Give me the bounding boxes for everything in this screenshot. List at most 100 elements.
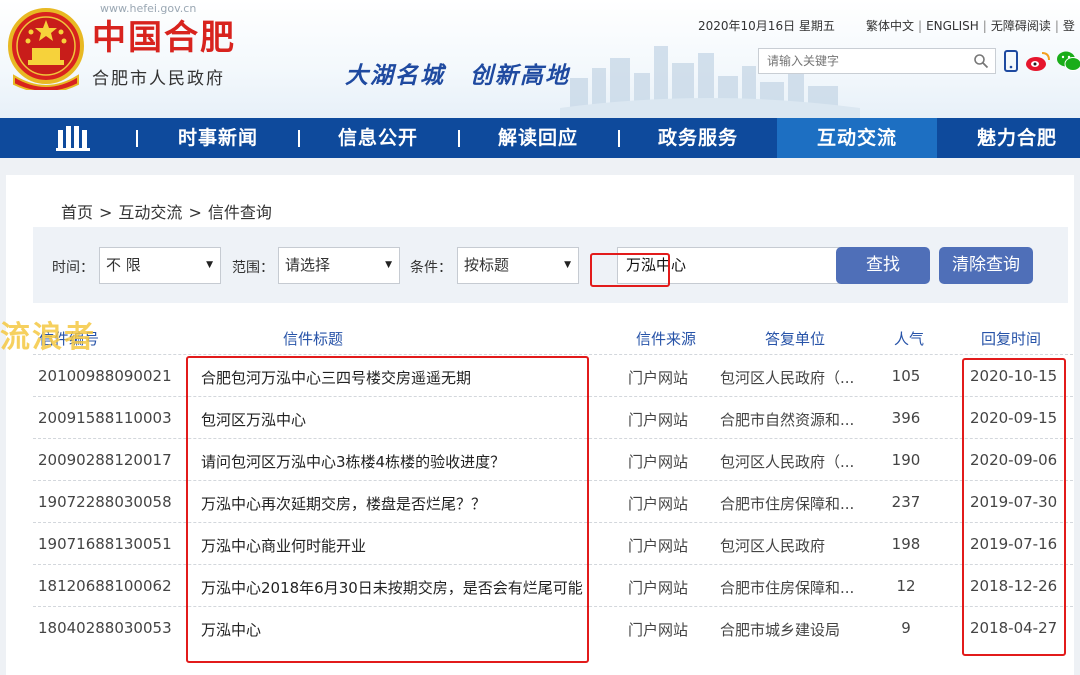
cell-source: 门户网站 — [628, 411, 689, 429]
breadcrumb-interaction[interactable]: 互动交流 — [118, 203, 182, 222]
nav-item-news[interactable]: 时事新闻 — [140, 118, 296, 158]
cell-letter-id: 19072288030058 — [38, 493, 172, 511]
cell-source: 门户网站 — [628, 495, 689, 513]
col-header-reply-time: 回复时间 — [981, 330, 1042, 348]
cell-letter-id: 19071688130051 — [38, 535, 172, 553]
table-row[interactable]: 19072288030058 万泓中心再次延期交房，楼盘是否烂尾？？ 门户网站 合肥市… — [33, 480, 1073, 522]
cell-reply-date: 2020-09-15 — [970, 409, 1058, 427]
table-row[interactable]: 18040288030053 万泓中心 门户网站 合肥市城乡建设局 9 2018-04-2… — [33, 606, 1073, 648]
cell-views: 12 — [896, 577, 916, 595]
cell-views: 198 — [891, 535, 921, 553]
chevron-down-icon: ▼ — [206, 260, 213, 270]
divider: | — [918, 19, 923, 33]
cell-letter-title[interactable]: 万泓中心2018年6月30日未按期交房，是否会有烂尾可能 — [201, 577, 583, 598]
cell-letter-title[interactable]: 万泓中心 — [201, 619, 261, 640]
link-traditional-chinese[interactable]: 繁体中文 — [866, 19, 914, 33]
link-login[interactable]: 登 — [1063, 19, 1075, 33]
search-button[interactable]: 查找 — [836, 247, 930, 284]
scope-label: 范围： — [232, 260, 274, 276]
cell-source: 门户网站 — [628, 579, 689, 597]
col-header-views: 人气 — [894, 330, 925, 348]
cell-views: 396 — [891, 409, 921, 427]
table-header: 信件编号 信件标题 信件来源 答复单位 人气 回复时间 — [33, 320, 1073, 354]
keyword-input[interactable]: 万泓中心 — [617, 247, 850, 284]
cell-views: 105 — [891, 367, 921, 385]
breadcrumb-separator: > — [188, 203, 202, 222]
nav-item-interpretation[interactable]: 解读回应 — [460, 118, 616, 158]
site-search — [758, 48, 996, 74]
weibo-icon[interactable] — [1025, 50, 1051, 72]
nav-divider — [136, 130, 138, 147]
cell-reply-unit: 合肥市自然资源和... — [720, 411, 855, 429]
cell-letter-title[interactable]: 合肥包河万泓中心三四号楼交房遥遥无期 — [201, 367, 471, 388]
breadcrumb-separator: > — [99, 203, 113, 222]
table-row[interactable]: 20100988090021 合肥包河万泓中心三四号楼交房遥遥无期 门户网站 包河区人… — [33, 354, 1073, 396]
cell-reply-unit: 合肥市住房保障和... — [720, 495, 855, 513]
cell-letter-title[interactable]: 包河区万泓中心 — [201, 409, 306, 430]
watermark-text: 流浪者 — [0, 320, 96, 355]
cell-letter-title[interactable]: 万泓中心商业何时能开业 — [201, 535, 366, 556]
cell-reply-unit: 合肥市住房保障和... — [720, 579, 855, 597]
condition-label: 条件： — [410, 260, 452, 276]
cell-reply-date: 2019-07-16 — [970, 535, 1058, 553]
cell-letter-id: 20090288120017 — [38, 451, 172, 469]
table-row[interactable]: 19071688130051 万泓中心商业何时能开业 门户网站 包河区人民政府 198 2… — [33, 522, 1073, 564]
search-icon[interactable] — [973, 53, 989, 69]
link-accessibility[interactable]: 无障碍阅读 — [991, 19, 1051, 33]
col-header-source: 信件来源 — [636, 330, 697, 348]
home-icon[interactable] — [56, 124, 90, 152]
nav-item-charm-hefei[interactable]: 魅力合肥 — [938, 118, 1080, 158]
cell-source: 门户网站 — [628, 369, 689, 387]
cell-reply-unit: 合肥市城乡建设局 — [720, 621, 841, 639]
cell-letter-title[interactable]: 请问包河区万泓中心3栋楼4栋楼的验收进度？ — [201, 451, 505, 472]
link-english[interactable]: ENGLISH — [926, 19, 979, 33]
keyword-value: 万泓中心 — [626, 256, 687, 274]
table-row[interactable]: 20090288120017 请问包河区万泓中心3栋楼4栋楼的验收进度？ 门户网站 包… — [33, 438, 1073, 480]
time-select[interactable]: 不 限 ▼ — [99, 247, 221, 284]
cell-views: 9 — [901, 619, 911, 637]
cell-views: 190 — [891, 451, 921, 469]
site-subtitle: 合肥市人民政府 — [92, 69, 225, 89]
chevron-down-icon: ▼ — [564, 260, 571, 270]
cell-reply-date: 2020-10-15 — [970, 367, 1058, 385]
mobile-icon[interactable] — [1003, 50, 1019, 72]
search-input[interactable] — [759, 49, 964, 73]
breadcrumb-home[interactable]: 首页 — [61, 203, 93, 222]
divider: | — [982, 19, 987, 33]
site-header: www.hefei.gov.cn 中国合肥 合肥市人民政府 大湖名城 创新高地 … — [0, 0, 1080, 118]
cell-letter-id: 20091588110003 — [38, 409, 172, 427]
divider: | — [1054, 19, 1059, 33]
clear-query-button[interactable]: 清除查询 — [939, 247, 1033, 284]
cell-letter-title[interactable]: 万泓中心再次延期交房，楼盘是否烂尾？？ — [201, 493, 486, 514]
current-date: 2020年10月16日 星期五 — [698, 19, 835, 33]
main-content: 首页 > 互动交流 > 信件查询 时间： 不 限 ▼ 范围： 请选择 ▼ 条件： 按标题… — [6, 175, 1074, 675]
top-links: 繁体中文 | ENGLISH | 无障碍阅读 | 登 — [866, 17, 1075, 34]
scope-select[interactable]: 请选择 ▼ — [278, 247, 400, 284]
table-row[interactable]: 20091588110003 包河区万泓中心 门户网站 合肥市自然资源和... 396 2… — [33, 396, 1073, 438]
cell-letter-id: 18040288030053 — [38, 619, 172, 637]
cell-source: 门户网站 — [628, 621, 689, 639]
scope-select-value: 请选择 — [285, 256, 331, 274]
cell-reply-unit: 包河区人民政府（... — [720, 369, 855, 387]
site-title[interactable]: 中国合肥 — [92, 10, 236, 59]
cell-source: 门户网站 — [628, 453, 689, 471]
table-row[interactable]: 18120688100062 万泓中心2018年6月30日未按期交房，是否会有烂尾… — [33, 564, 1073, 606]
time-select-value: 不 限 — [106, 256, 141, 274]
condition-select[interactable]: 按标题 ▼ — [457, 247, 579, 284]
national-emblem-icon — [8, 8, 84, 90]
cell-source: 门户网站 — [628, 537, 689, 555]
filter-bar: 时间： 不 限 ▼ 范围： 请选择 ▼ 条件： 按标题 ▼ 万泓中心 查找 清除… — [33, 227, 1068, 303]
cell-letter-id: 18120688100062 — [38, 577, 172, 595]
cell-reply-date: 2019-07-30 — [970, 493, 1058, 511]
cell-reply-date: 2018-04-27 — [970, 619, 1058, 637]
nav-item-gov-services[interactable]: 政务服务 — [620, 118, 776, 158]
cell-reply-date: 2018-12-26 — [970, 577, 1058, 595]
nav-item-info-disclosure[interactable]: 信息公开 — [300, 118, 456, 158]
col-header-unit: 答复单位 — [765, 330, 826, 348]
col-header-title: 信件标题 — [283, 330, 344, 348]
main-nav: 时事新闻 信息公开 解读回应 政务服务 互动交流 魅力合肥 — [0, 118, 1080, 158]
nav-item-interaction[interactable]: 互动交流 — [777, 118, 937, 158]
wechat-icon[interactable] — [1056, 50, 1080, 72]
time-label: 时间： — [52, 260, 94, 276]
slogan: 大湖名城 创新高地 — [345, 62, 570, 89]
